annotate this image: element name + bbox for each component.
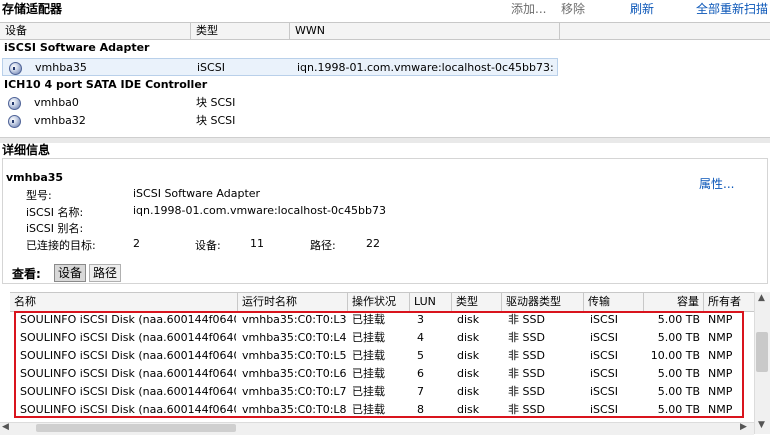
column-wwn[interactable]: WWN <box>290 23 560 39</box>
iscsi-name-value: iqn.1998-01.com.vmware:localhost-0c45bb7… <box>133 204 387 217</box>
column-drive-type[interactable]: 驱动器类型 <box>502 293 584 311</box>
column-device[interactable]: 设备 <box>0 23 191 39</box>
hba-adapter-icon <box>8 97 21 110</box>
scroll-left-arrow-icon[interactable]: ◀ <box>2 422 9 432</box>
column-lun[interactable]: LUN <box>410 293 452 311</box>
column-type[interactable]: 类型 <box>452 293 502 311</box>
properties-link[interactable]: 属性... <box>699 175 734 192</box>
adapter-row-vmhba32[interactable]: vmhba32 块 SCSI <box>2 112 558 130</box>
column-type[interactable]: 类型 <box>191 23 290 39</box>
device-table-header: 名称 运行时名称 操作状况 LUN 类型 驱动器类型 传输 容量 所有者 <box>10 292 754 312</box>
adapter-device: vmhba35 <box>35 61 87 74</box>
hba-adapter-icon <box>8 115 21 128</box>
add-button[interactable]: 添加... <box>511 0 546 17</box>
column-transport[interactable]: 传输 <box>584 293 644 311</box>
model-label: 型号: <box>26 189 52 202</box>
horizontal-scroll-thumb[interactable] <box>36 424 236 432</box>
adapter-device: vmhba32 <box>34 114 86 127</box>
column-runtime-name[interactable]: 运行时名称 <box>238 293 348 311</box>
column-capacity[interactable]: 容量 <box>644 293 704 311</box>
refresh-link[interactable]: 刷新 <box>630 0 654 17</box>
targets-value: 2 <box>133 237 140 250</box>
pane-splitter[interactable] <box>0 137 770 143</box>
vertical-scroll-thumb[interactable] <box>756 332 768 372</box>
rescan-all-link[interactable]: 全部重新扫描 <box>696 0 768 17</box>
column-operational-state[interactable]: 操作状况 <box>348 293 410 311</box>
iscsi-alias-label: iSCSI 别名: <box>26 222 84 235</box>
devices-value: 11 <box>250 237 264 250</box>
scroll-up-arrow-icon[interactable]: ▲ <box>758 293 765 303</box>
adapter-group-ich10: ICH10 4 port SATA IDE Controller <box>4 78 208 91</box>
column-name[interactable]: 名称 <box>10 293 238 311</box>
remove-button[interactable]: 移除 <box>561 0 585 17</box>
highlight-annotation-box <box>14 311 744 418</box>
adapter-type: 块 SCSI <box>196 114 236 127</box>
adapter-row-vmhba35[interactable]: vmhba35 iSCSI iqn.1998-01.com.vmware:loc… <box>2 58 558 76</box>
adapter-row-vmhba0[interactable]: vmhba0 块 SCSI <box>2 94 558 112</box>
details-title: 详细信息 <box>2 143 51 157</box>
adapter-group-iscsi: iSCSI Software Adapter <box>4 41 150 54</box>
adapter-device: vmhba0 <box>34 96 79 109</box>
targets-label: 已连接的目标: <box>26 239 96 252</box>
view-paths-button[interactable]: 路径 <box>89 264 122 282</box>
adapter-type: iSCSI <box>197 61 225 74</box>
scroll-right-arrow-icon[interactable]: ▶ <box>740 422 747 432</box>
view-label: 查看: <box>12 267 41 281</box>
iscsi-name-label: iSCSI 名称: <box>26 206 84 219</box>
hba-adapter-icon <box>9 62 22 75</box>
scroll-down-arrow-icon[interactable]: ▼ <box>758 420 765 430</box>
paths-label: 路径: <box>310 239 336 252</box>
adapter-wwn: iqn.1998-01.com.vmware:localhost-0c45bb7… <box>297 61 554 74</box>
details-adapter-name: vmhba35 <box>6 171 64 184</box>
column-owner[interactable]: 所有者 <box>704 293 754 311</box>
devices-label: 设备: <box>195 239 221 252</box>
panel-title: 存储适配器 <box>2 2 63 16</box>
paths-value: 22 <box>366 237 380 250</box>
model-value: iSCSI Software Adapter <box>133 187 261 200</box>
view-devices-button[interactable]: 设备 <box>54 264 87 282</box>
adapter-table-header: 设备 类型 WWN <box>0 22 770 40</box>
adapter-type: 块 SCSI <box>196 96 236 109</box>
